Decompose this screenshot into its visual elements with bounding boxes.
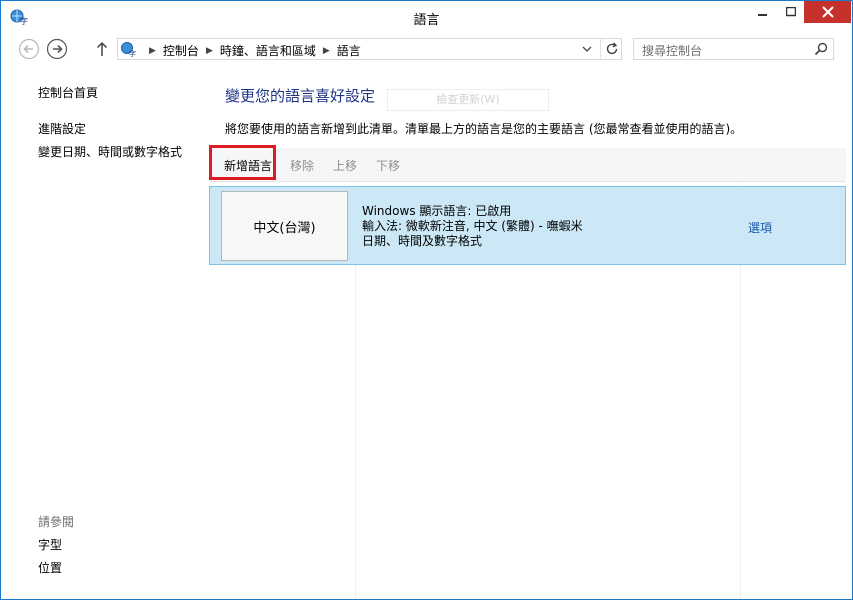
address-dropdown-button[interactable]	[581, 43, 593, 55]
sidebar-link-change-date-time-format[interactable]: 變更日期、時間或數字格式	[38, 143, 182, 160]
up-button[interactable]	[95, 41, 109, 57]
language-options-link[interactable]: 選項	[748, 219, 772, 236]
minimize-icon	[758, 14, 767, 16]
refresh-icon	[606, 42, 618, 55]
breadcrumb-chevron-icon[interactable]: ▶	[206, 46, 213, 56]
control-panel-icon: 字	[120, 40, 138, 58]
move-down-button[interactable]: 下移	[376, 157, 400, 174]
window-title: 語言	[413, 13, 440, 28]
maximize-button[interactable]	[776, 1, 806, 23]
language-toolbar: 新增語言 移除 上移 下移	[210, 148, 846, 182]
forward-button[interactable]	[46, 38, 68, 60]
search-box[interactable]: 搜尋控制台	[633, 38, 834, 60]
language-details: Windows 顯示語言: 已啟用 輸入法: 微軟新注音, 中文 (繁體) - …	[362, 204, 583, 249]
breadcrumb-chevron-icon[interactable]: ▶	[149, 46, 156, 56]
language-display-status: Windows 顯示語言: 已啟用	[362, 204, 512, 218]
language-format-info: 日期、時間及數字格式	[362, 234, 483, 248]
maximize-icon	[786, 7, 796, 17]
language-tile[interactable]: 中文(台灣)	[221, 191, 348, 261]
search-input[interactable]: 搜尋控制台	[642, 42, 702, 59]
minimize-button[interactable]	[748, 1, 778, 23]
breadcrumb-clock-language-region[interactable]: 時鐘、語言和區域	[220, 42, 316, 59]
sidebar-link-location[interactable]: 位置	[38, 559, 62, 576]
add-language-highlight	[209, 145, 276, 180]
language-window: 字 語言 字 ▶ 控制台 ▶ 時鐘、語言和區域 ▶ 語言 搜尋控制台 控制台首頁…	[0, 0, 853, 600]
close-icon	[821, 6, 834, 18]
back-button[interactable]	[18, 38, 40, 60]
up-arrow-icon	[96, 41, 108, 56]
language-input-methods: 輸入法: 微軟新注音, 中文 (繁體) - 嘸蝦米	[362, 219, 583, 233]
navigation-bar: 字 ▶ 控制台 ▶ 時鐘、語言和區域 ▶ 語言 搜尋控制台	[1, 32, 852, 68]
back-arrow-icon	[18, 38, 40, 60]
title-bar: 字 語言	[1, 1, 852, 32]
breadcrumb: ▶ 控制台 ▶ 時鐘、語言和區域 ▶ 語言	[142, 42, 361, 59]
sidebar-link-control-panel-home[interactable]: 控制台首頁	[38, 84, 98, 101]
remove-button[interactable]: 移除	[290, 157, 314, 174]
svg-text:字: 字	[129, 49, 136, 58]
sidebar-link-fonts[interactable]: 字型	[38, 536, 62, 553]
close-button[interactable]	[804, 1, 851, 23]
see-also-heading: 請參閱	[38, 515, 75, 529]
forward-arrow-icon	[46, 38, 68, 60]
chevron-down-icon	[582, 46, 592, 52]
breadcrumb-language[interactable]: 語言	[337, 42, 361, 59]
search-icon[interactable]	[814, 42, 828, 56]
language-list-item[interactable]: 中文(台灣) Windows 顯示語言: 已啟用 輸入法: 微軟新注音, 中文 …	[209, 186, 846, 265]
page-description: 將您要使用的語言新增到此清單。清單最上方的語言是您的主要語言 (您最常查看並使用…	[225, 122, 743, 136]
move-up-button[interactable]: 上移	[333, 157, 357, 174]
refresh-button[interactable]	[600, 39, 623, 59]
page-title: 變更您的語言喜好設定	[225, 87, 376, 105]
breadcrumb-control-panel[interactable]: 控制台	[163, 42, 199, 59]
breadcrumb-chevron-icon[interactable]: ▶	[323, 46, 330, 56]
sidebar-link-advanced-settings[interactable]: 進階設定	[38, 120, 86, 137]
address-bar[interactable]: 字 ▶ 控制台 ▶ 時鐘、語言和區域 ▶ 語言	[117, 38, 622, 60]
check-updates-button: 檢查更新(W)	[387, 89, 549, 111]
